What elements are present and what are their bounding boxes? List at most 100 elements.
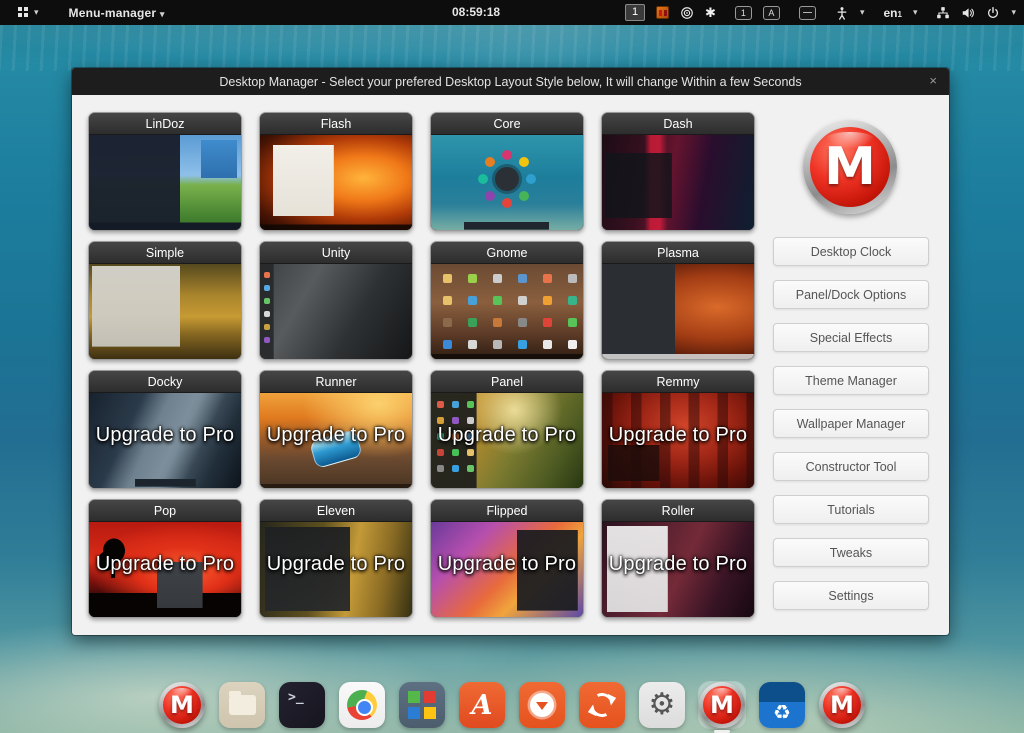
layout-tile-preview	[602, 264, 754, 360]
layout-tile-core[interactable]: Core	[430, 112, 584, 231]
chevron-down-icon: ▾	[1011, 8, 1016, 17]
network-icon[interactable]	[936, 6, 950, 20]
makulu-logo-letter: M	[810, 127, 890, 207]
layout-tile-lindoz[interactable]: LinDoz	[88, 112, 242, 231]
upgrade-to-pro-label: Upgrade to Pro	[260, 553, 412, 576]
accessibility-icon[interactable]	[835, 6, 849, 20]
layout-tile-preview: Upgrade to Pro	[431, 522, 583, 618]
wallpaper-manager-button[interactable]: Wallpaper Manager	[773, 409, 929, 438]
layout-tile-eleven[interactable]: Eleven Upgrade to Pro	[259, 499, 413, 618]
layout-tile-title: Eleven	[260, 500, 412, 522]
water-ripples	[0, 25, 1024, 71]
layout-tile-title: LinDoz	[89, 113, 241, 135]
language-index: 1	[897, 10, 901, 19]
tweaks-button[interactable]: Tweaks	[773, 538, 929, 567]
side-buttons: Desktop Clock Panel/Dock Options Special E…	[773, 237, 929, 610]
panel-dock-options-button[interactable]: Panel/Dock Options	[773, 280, 929, 309]
input-source-a-indicator[interactable]: A	[763, 6, 780, 20]
layout-tile-flash[interactable]: Flash	[259, 112, 413, 231]
layout-tile-pop[interactable]: Pop Upgrade to Pro	[88, 499, 242, 618]
dock-makulu-desktop-manager[interactable]: M	[699, 682, 745, 728]
layout-tile-preview: Upgrade to Pro	[602, 393, 754, 489]
workspace-indicator[interactable]: 1	[625, 4, 645, 21]
layout-tile-preview	[260, 135, 412, 231]
pinwheel-icon[interactable]: ✱	[705, 6, 716, 19]
system-tray: 1 ✱ 1 A ▾ en1 ▾ ▾	[625, 0, 1016, 25]
layout-grid: LinDoz FlashCore Dash Simple Unity Gnome Plasm…	[88, 112, 756, 618]
layout-tile-title: Pop	[89, 500, 241, 522]
app-grid-icon	[18, 7, 29, 18]
dock-makulu-menu[interactable]: M	[159, 682, 205, 728]
terminal-icon: >_	[288, 690, 304, 705]
layout-tile-preview: Upgrade to Pro	[89, 522, 241, 618]
layout-tile-title: Panel	[431, 371, 583, 393]
tutorials-button[interactable]: Tutorials	[773, 495, 929, 524]
makulu-logo-letter: M	[703, 686, 741, 724]
makulu-logo-letter: M	[163, 686, 201, 724]
dock-chrome-browser[interactable]	[339, 682, 385, 728]
menu-manager-button[interactable]: Menu-manager ▾	[69, 6, 165, 20]
layout-tile-title: Unity	[260, 242, 412, 264]
makulu-logo-icon: M	[159, 682, 205, 728]
layout-tile-preview	[260, 264, 412, 360]
layout-tile-docky[interactable]: Docky Upgrade to Pro	[88, 370, 242, 489]
layout-tile-flipped[interactable]: FlippedUpgrade to Pro	[430, 499, 584, 618]
dock-file-manager[interactable]	[219, 682, 265, 728]
window-title: Desktop Manager - Select your prefered D…	[219, 75, 801, 89]
target-icon[interactable]	[680, 6, 694, 20]
layout-tile-dash[interactable]: Dash	[601, 112, 755, 231]
dock-terminal[interactable]: >_	[279, 682, 325, 728]
volume-icon[interactable]	[961, 6, 975, 20]
menu-manager-label: Menu-manager	[69, 6, 157, 20]
input-source-1-indicator[interactable]: 1	[735, 6, 752, 20]
chevron-down-icon: ▾	[860, 8, 865, 17]
layout-tile-remmy[interactable]: RemmyUpgrade to Pro	[601, 370, 755, 489]
settings-button[interactable]: Settings	[773, 581, 929, 610]
layout-tile-title: Roller	[602, 500, 754, 522]
app-grid-button[interactable]: ▾	[18, 7, 39, 18]
layout-tile-preview	[602, 135, 754, 231]
upgrade-to-pro-label: Upgrade to Pro	[260, 424, 412, 447]
power-icon[interactable]	[986, 6, 1000, 20]
language-indicator[interactable]: en1	[883, 6, 901, 20]
layout-tile-title: Gnome	[431, 242, 583, 264]
keyboard-icon[interactable]	[799, 6, 816, 20]
desktop-manager-window: Desktop Manager - Select your prefered D…	[72, 68, 949, 635]
dock-software-updater[interactable]	[519, 682, 565, 728]
layout-tile-gnome[interactable]: Gnome	[430, 241, 584, 360]
layout-tile-preview: Upgrade to Pro	[89, 393, 241, 489]
desktop-clock-button[interactable]: Desktop Clock	[773, 237, 929, 266]
recycle-bin-icon: ♻	[773, 700, 791, 724]
layout-tile-preview: Upgrade to Pro	[431, 393, 583, 489]
layout-tile-runner[interactable]: Runner Upgrade to Pro	[259, 370, 413, 489]
layout-tile-title: Docky	[89, 371, 241, 393]
layout-tile-preview: Upgrade to Pro	[260, 522, 412, 618]
special-effects-button[interactable]: Special Effects	[773, 323, 929, 352]
clock[interactable]: 08:59:18	[452, 0, 500, 25]
makulu-logo-icon: M	[819, 682, 865, 728]
layout-tile-simple[interactable]: Simple	[88, 241, 242, 360]
upgrade-to-pro-label: Upgrade to Pro	[89, 553, 241, 576]
theme-manager-button[interactable]: Theme Manager	[773, 366, 929, 395]
upgrade-to-pro-label: Upgrade to Pro	[89, 424, 241, 447]
dock-font-app[interactable]: A	[459, 682, 505, 728]
layout-tile-unity[interactable]: Unity	[259, 241, 413, 360]
app-center-icon	[408, 691, 436, 719]
dock-recycle-bin[interactable]: ♻	[759, 682, 805, 728]
dock-app-center[interactable]	[399, 682, 445, 728]
layout-tile-title: Dash	[602, 113, 754, 135]
layout-tile-plasma[interactable]: Plasma	[601, 241, 755, 360]
top-panel: ▾ Menu-manager ▾ 08:59:18 1 ✱ 1 A ▾ en1 …	[0, 0, 1024, 25]
dock-sync-tool[interactable]	[579, 682, 625, 728]
layout-tile-panel[interactable]: PanelUpgrade to Pro	[430, 370, 584, 489]
dock-makulu-app[interactable]: M	[819, 682, 865, 728]
layout-tile-title: Remmy	[602, 371, 754, 393]
layout-tile-roller[interactable]: RollerUpgrade to Pro	[601, 499, 755, 618]
font-app-icon: A	[472, 690, 493, 721]
layout-tile-title: Runner	[260, 371, 412, 393]
dock-settings[interactable]: ⚙	[639, 682, 685, 728]
cpu-chip-icon[interactable]	[656, 6, 669, 19]
constructor-tool-button[interactable]: Constructor Tool	[773, 452, 929, 481]
dock: M >_ A ⚙ M ♻ M	[159, 682, 865, 728]
layout-tile-preview: Upgrade to Pro	[260, 393, 412, 489]
